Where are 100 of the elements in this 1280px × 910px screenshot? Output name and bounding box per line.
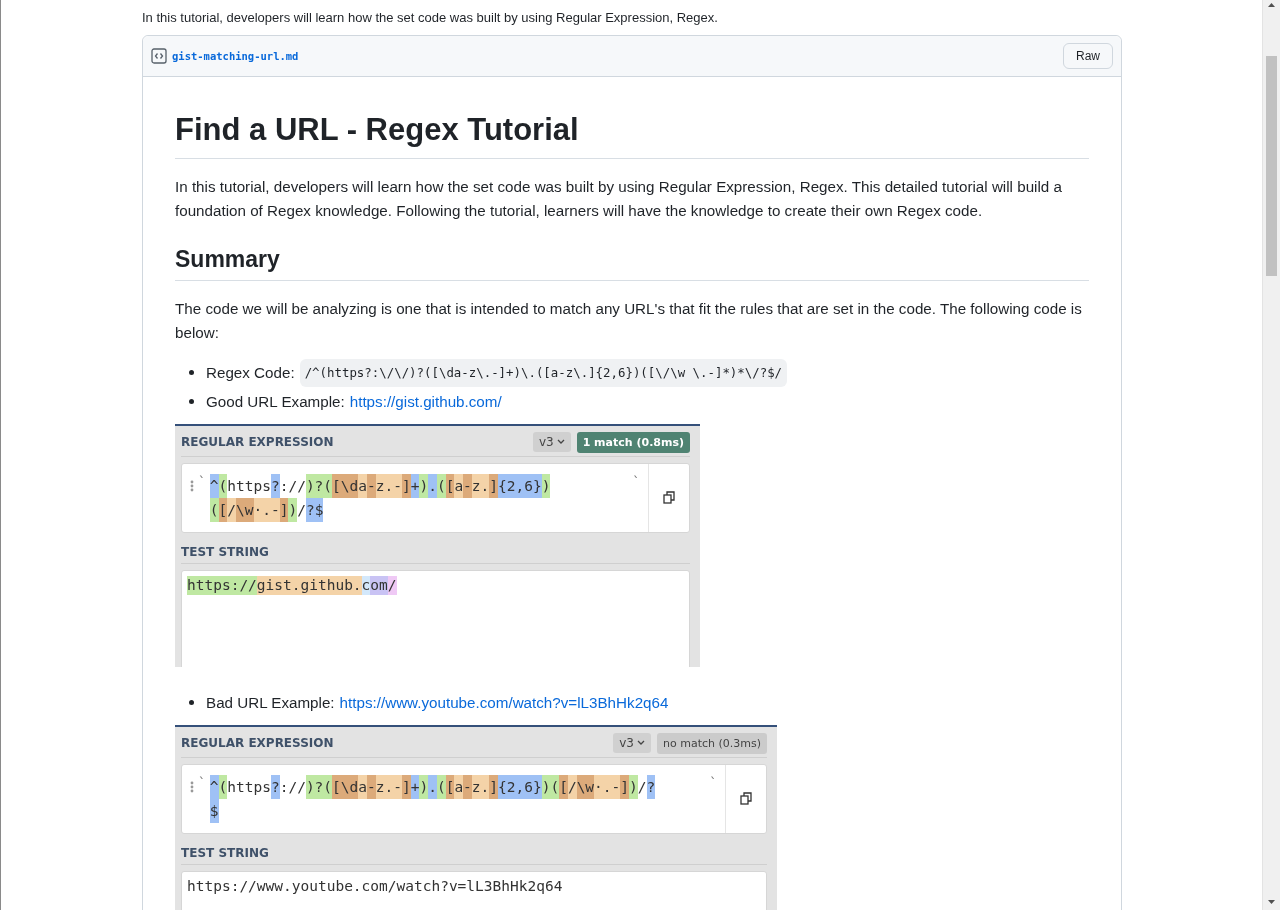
regex-token: .: [428, 473, 437, 498]
version-dropdown[interactable]: v3: [532, 432, 571, 452]
regex-token: ·.-: [594, 774, 621, 799]
regex-token: /: [297, 500, 306, 520]
regex-token: -: [463, 473, 472, 498]
regex-token: /: [567, 774, 577, 799]
regex-token: ): [288, 497, 298, 522]
drag-handle-icon: [190, 479, 194, 492]
regex-delimiter: `: [198, 774, 206, 790]
regex-delimiter: `: [198, 473, 206, 489]
regex-token: [\d: [332, 473, 359, 498]
regex-token: (: [218, 473, 228, 498]
regex-token: (: [218, 774, 228, 799]
regex-token: z.: [471, 473, 490, 498]
regex-token: )?(: [305, 473, 333, 498]
regex-token: +: [410, 774, 420, 799]
match-result-badge: 1 match (0.8ms): [576, 431, 690, 453]
regex-token: {2,6}: [498, 473, 542, 498]
list-item-label: Regex Code:: [206, 362, 295, 383]
regex-token: ?: [270, 473, 280, 498]
file-name-link[interactable]: gist-matching-url.md: [172, 50, 299, 62]
section-heading: TEST STRING: [181, 833, 767, 865]
test-string-token: c: [361, 575, 371, 595]
test-string-field[interactable]: https://gist.github.com/: [181, 569, 690, 667]
version-dropdown[interactable]: v3: [613, 733, 651, 753]
summary-paragraph: The code we will be analyzing is one that is intended to match any URL's that fit the rules that are set in the code. The following code is below:: [175, 298, 1083, 343]
regex-token: ^: [209, 774, 219, 799]
list-item-label: Good URL Example:: [206, 391, 345, 412]
regex-token: (: [209, 497, 219, 522]
chevron-down-icon: [556, 439, 565, 445]
regex-token: -: [463, 774, 472, 799]
regex-token: [\d: [332, 774, 359, 799]
bullet-dot: [189, 399, 194, 404]
regex-token: \w: [576, 774, 595, 799]
regex-token: ^: [209, 473, 219, 498]
regex-token: https: [227, 777, 271, 797]
regex-token: z.: [471, 774, 490, 799]
regex-token: /: [227, 497, 237, 522]
regex-token: ): [419, 774, 429, 799]
intro-paragraph: In this tutorial, developers will learn how the set code was built by using Regular Expression, Regex. This detailed tutorial will build a foundation of Regex knowledge. Following the tutorial, learners will have the knowledge to create their own Regex code.: [175, 176, 1063, 221]
scrollbar[interactable]: [1262, 0, 1280, 910]
section-heading: REGULAR EXPRESSION: [181, 435, 335, 449]
list-item-label: Bad URL Example:: [206, 692, 335, 713]
regex-token: ·.-: [253, 497, 280, 522]
regex-token: \w: [236, 497, 254, 522]
code-file-icon: [151, 48, 167, 64]
regex-token: ?: [270, 774, 280, 799]
regex-token: ]: [489, 774, 499, 799]
test-string-token: https://: [187, 575, 257, 595]
test-string-token: gist.github.: [256, 575, 362, 595]
regex-token: a: [454, 473, 464, 498]
regex-token: ): [541, 473, 551, 498]
section-heading: REGULAR EXPRESSION: [181, 736, 335, 750]
copy-icon[interactable]: [740, 792, 752, 805]
regex-token: [: [559, 774, 568, 799]
article-title: Find a URL - Regex Tutorial: [175, 111, 1089, 159]
test-string-field[interactable]: https://www.youtube.com/watch?v=lL3BhHk2q64: [181, 870, 767, 910]
regex-token: +: [410, 473, 420, 498]
regex-token: (: [436, 473, 446, 498]
raw-button[interactable]: Raw: [1063, 43, 1113, 69]
regex-token: /: [637, 777, 647, 797]
regex-token: ://: [279, 476, 306, 496]
test-string-token: om: [370, 575, 388, 595]
bullet-dot: [189, 370, 194, 375]
regex-token: -: [367, 774, 376, 799]
section-heading: Summary: [175, 244, 1089, 281]
chevron-down-icon: [637, 740, 645, 746]
regex-token: -: [367, 473, 376, 498]
regex-field[interactable]: ` ^(https?://)?([\da-z.-]+).([a-z.]{2,6})([/\w·.-])/? $ `: [181, 763, 767, 834]
regex-token: [: [445, 774, 455, 799]
regex-token: [: [445, 473, 455, 498]
copy-icon[interactable]: [663, 491, 675, 504]
regex-token: ://: [279, 777, 306, 797]
regex-token: ]: [401, 774, 411, 799]
regex-token: z.-: [375, 473, 402, 498]
regex-token: )?(: [305, 774, 333, 799]
regex-token: ?: [646, 774, 656, 799]
regex-token: )(: [541, 774, 560, 799]
regex-token: [: [218, 497, 228, 522]
regex-field[interactable]: ` ^(https?://)?([\da-z.-]+).([a-z.]{2,6}) ([/\w·.-])/?$ `: [181, 462, 690, 533]
url-link[interactable]: https://www.youtube.com/watch?v=lL3BhHk2q64: [339, 690, 669, 715]
regex-token: https: [227, 476, 271, 496]
bullet-dot: [189, 700, 194, 705]
url-link[interactable]: https://gist.github.com/: [349, 389, 502, 414]
regex-token: ]: [279, 497, 289, 522]
regex-delimiter: `: [632, 473, 640, 489]
drag-handle-icon: [190, 780, 194, 793]
regex-token: .: [428, 774, 437, 799]
regex-token: {2,6}: [498, 774, 542, 799]
test-string-token: https://www.youtube.com/watch?v=lL3BhHk2q64: [187, 876, 563, 896]
inline-code: /^(https?:\/\/)?([\da-z\.-]+)\.([a-z\.]{2,6})([\/\w \.-]*)*\/?$/: [299, 358, 788, 387]
regex-token: ]: [620, 774, 630, 799]
regex-token: ): [629, 774, 638, 799]
description-text: In this tutorial, developers will learn how the set code was built by using Regular Expression, Regex.: [142, 10, 719, 25]
regex-token: ]: [401, 473, 411, 498]
regex-token: ]: [489, 473, 499, 498]
regex-token: (: [436, 774, 446, 799]
regex-token: $: [209, 798, 219, 823]
regex-token: a: [358, 473, 368, 498]
regex-token: ?$: [305, 497, 324, 522]
